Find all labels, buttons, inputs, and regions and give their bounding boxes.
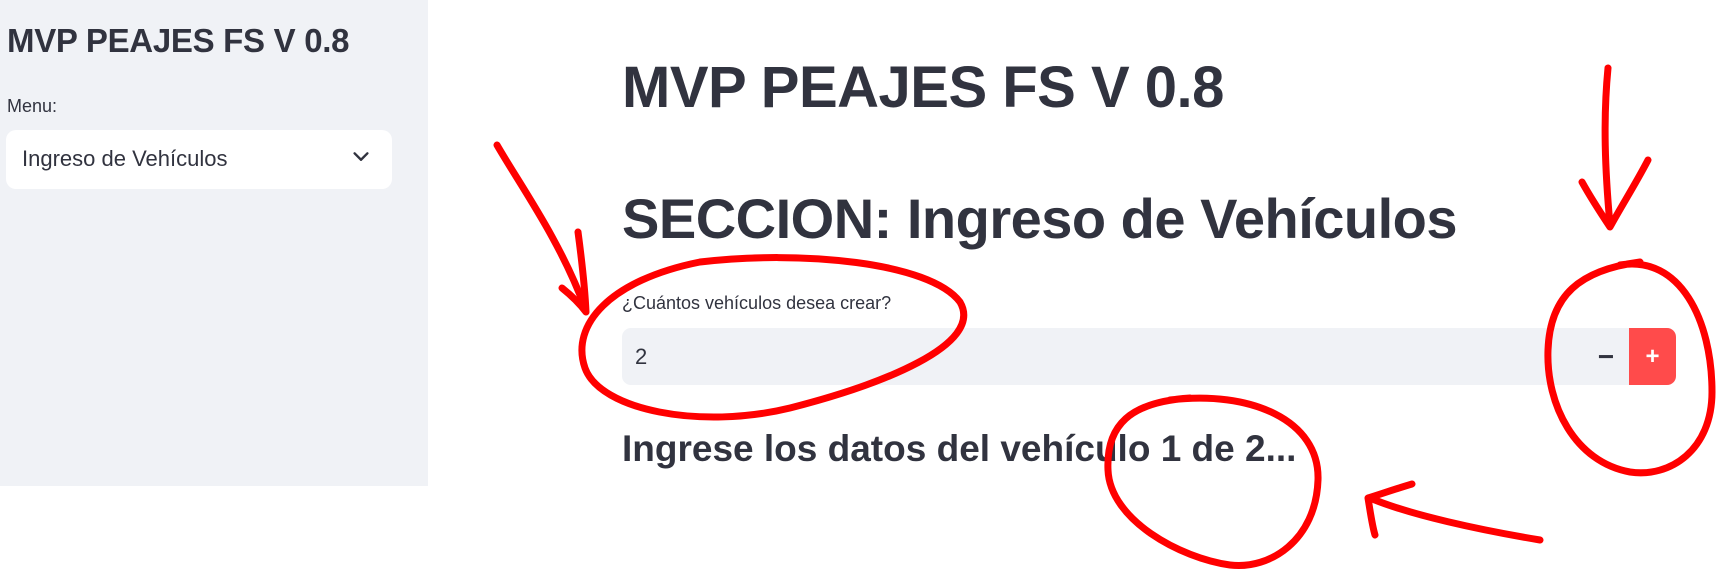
- chevron-down-icon: [353, 152, 369, 161]
- vehicle-count-input[interactable]: 2 − +: [622, 328, 1676, 385]
- vehicle-count-value[interactable]: 2: [635, 344, 647, 370]
- annotation-circle-counter: [1104, 394, 1322, 570]
- sidebar: MVP PEAJES FS V 0.8 Menu: Ingreso de Veh…: [0, 0, 428, 486]
- decrement-button[interactable]: −: [1583, 328, 1629, 385]
- section-title: SECCION: Ingreso de Vehículos: [622, 187, 1458, 250]
- menu-label: Menu:: [7, 96, 58, 116]
- page-title: MVP PEAJES FS V 0.8: [622, 55, 1224, 120]
- annotation-arrowhead-top-right: [1578, 156, 1652, 231]
- annotation-arrow-bottom: [1366, 494, 1544, 544]
- menu-select[interactable]: Ingreso de Vehículos: [6, 130, 392, 189]
- annotation-arrowhead-bottom: [1364, 480, 1416, 539]
- sidebar-title: MVP PEAJES FS V 0.8: [7, 22, 350, 59]
- annotation-arrowhead-left: [558, 228, 590, 316]
- increment-button[interactable]: +: [1629, 328, 1676, 385]
- app-page: MVP PEAJES FS V 0.8 Menu: Ingreso de Veh…: [0, 0, 1716, 571]
- annotation-arrow-top-right: [1601, 64, 1614, 229]
- menu-select-value: Ingreso de Vehículos: [22, 146, 228, 171]
- vehicle-form-subheader: Ingrese los datos del vehículo 1 de 2...: [622, 428, 1297, 469]
- annotation-arrow-left: [493, 141, 589, 312]
- vehicle-count-label: ¿Cuántos vehículos desea crear?: [622, 293, 892, 313]
